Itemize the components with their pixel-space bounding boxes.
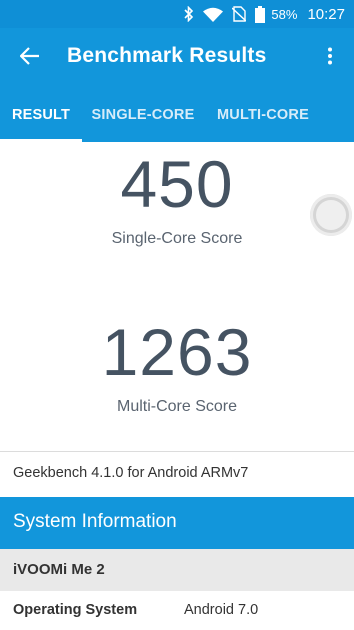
clock: 10:27 (307, 5, 345, 23)
wifi-icon (203, 7, 224, 22)
no-sim-icon (232, 6, 247, 22)
info-value: Android 7.0 (184, 602, 259, 618)
page-title: Benchmark Results (67, 44, 267, 67)
info-row-operating-system: Operating System Android 7.0 (0, 591, 354, 630)
overflow-menu-button[interactable] (318, 42, 342, 74)
single-core-score-value: 450 (120, 147, 234, 221)
tab-result[interactable]: RESULT (0, 88, 82, 142)
arrow-left-icon (19, 46, 40, 70)
info-key: Operating System (13, 602, 138, 618)
more-vert-icon (327, 47, 333, 70)
divider (0, 451, 354, 452)
multi-core-score-label: Multi-Core Score (116, 398, 238, 415)
tab-single-core[interactable]: SINGLE-CORE (82, 88, 204, 142)
battery-icon (255, 5, 266, 23)
system-information-header: System Information (0, 497, 354, 549)
app-bar: Benchmark Results (0, 28, 354, 88)
tab-multi-core[interactable]: MULTI-CORE (204, 88, 322, 142)
device-name-row: iVOOMi Me 2 (0, 549, 354, 591)
tab-bar: RESULT SINGLE-CORE MULTI-CORE (0, 88, 354, 142)
geekbench-version: Geekbench 4.1.0 for Android ARMv7 (13, 465, 249, 481)
bluetooth-icon (184, 6, 194, 22)
multi-core-score-value: 1263 (101, 315, 253, 389)
system-information-title: System Information (13, 511, 177, 532)
status-bar: 58% 10:27 (0, 0, 354, 28)
device-name: iVOOMi Me 2 (13, 561, 105, 578)
battery-percent: 58% (271, 6, 298, 22)
single-core-score-label: Single-Core Score (111, 230, 243, 247)
back-button[interactable] (12, 42, 48, 74)
floating-touch-button[interactable] (310, 194, 352, 236)
